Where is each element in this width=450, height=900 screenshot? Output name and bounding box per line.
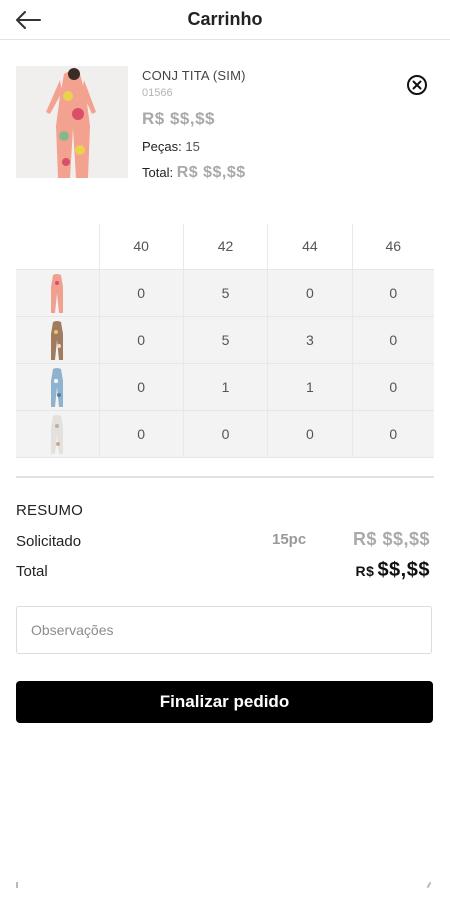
total-value: $$,$$ [377, 559, 430, 581]
requested-value: R$ $$,$$ [352, 529, 430, 549]
pieces-row: Peças: 15 [142, 139, 246, 154]
cart-item: CONJ TITA (SIM) 01566 R$ $$,$$ Peças: 15… [16, 66, 436, 196]
pieces-value: 15 [185, 139, 200, 154]
size-header: 44 [267, 224, 353, 270]
product-price: R$ $$,$$ [142, 109, 215, 128]
total-currency: R$ [355, 563, 375, 579]
quantity-cell[interactable]: 0 [99, 316, 184, 364]
quantity-cell[interactable]: 0 [352, 269, 434, 317]
size-header: 42 [183, 224, 269, 270]
page-title: Carrinho [187, 9, 263, 29]
corner-cell [16, 224, 100, 270]
product-image[interactable] [16, 66, 128, 178]
quantity-cell[interactable]: 0 [267, 410, 353, 458]
quantity-cell[interactable]: 5 [183, 316, 269, 364]
order-summary: RESUMO Solicitado 15pc R$ $$,$$ Total R$… [16, 502, 432, 587]
observations-input[interactable] [16, 606, 432, 654]
item-total-label: Total: [142, 165, 174, 180]
product-info: CONJ TITA (SIM) 01566 R$ $$,$$ Peças: 15… [142, 68, 246, 182]
quantity-cell[interactable]: 3 [267, 316, 353, 364]
remove-item-icon[interactable] [406, 74, 428, 96]
product-code: 01566 [142, 87, 173, 99]
size-quantity-grid: 40 42 44 46 0 5 0 0 0 5 3 0 0 1 1 0 0 0 [16, 224, 434, 458]
color-swatch-blue [16, 363, 100, 411]
app-header: Carrinho [0, 0, 450, 40]
summary-title: RESUMO [16, 502, 84, 519]
decorative-mark [426, 881, 432, 889]
color-row: 0 0 0 0 [16, 410, 434, 458]
quantity-cell[interactable]: 1 [267, 363, 353, 411]
total-label: Total [16, 563, 48, 580]
item-total-value: R$ $$,$$ [176, 164, 246, 181]
quantity-cell[interactable]: 5 [183, 269, 269, 317]
finalize-order-button[interactable]: Finalizar pedido [16, 681, 433, 723]
section-divider [16, 476, 434, 478]
quantity-cell[interactable]: 0 [352, 410, 434, 458]
back-arrow-icon[interactable] [14, 8, 42, 32]
quantity-cell[interactable]: 0 [352, 363, 434, 411]
quantity-cell[interactable]: 0 [352, 316, 434, 364]
quantity-cell[interactable]: 0 [99, 269, 184, 317]
requested-quantity: 15pc [272, 531, 307, 548]
quantity-cell[interactable]: 0 [267, 269, 353, 317]
color-swatch-white [16, 410, 100, 458]
color-row: 0 5 3 0 [16, 316, 434, 364]
requested-label: Solicitado [16, 533, 82, 550]
quantity-cell[interactable]: 0 [99, 363, 184, 411]
color-row: 0 5 0 0 [16, 269, 434, 317]
size-header: 40 [99, 224, 184, 270]
total-value-wrap: R$ $$,$$ [356, 559, 430, 582]
item-total-row: Total: R$ $$,$$ [142, 164, 246, 182]
quantity-cell[interactable]: 0 [183, 410, 269, 458]
size-header: 46 [352, 224, 434, 270]
pieces-label: Peças: [142, 139, 182, 154]
quantity-cell[interactable]: 0 [99, 410, 184, 458]
size-header-row: 40 42 44 46 [16, 224, 434, 270]
color-swatch-pink [16, 269, 100, 317]
quantity-cell[interactable]: 1 [183, 363, 269, 411]
product-name: CONJ TITA (SIM) [142, 68, 246, 83]
color-row: 0 1 1 0 [16, 363, 434, 411]
requested-row: Solicitado 15pc R$ $$,$$ [16, 527, 432, 557]
total-row: Total R$ $$,$$ [16, 557, 432, 587]
color-swatch-brown [16, 316, 100, 364]
decorative-mark [16, 882, 18, 888]
